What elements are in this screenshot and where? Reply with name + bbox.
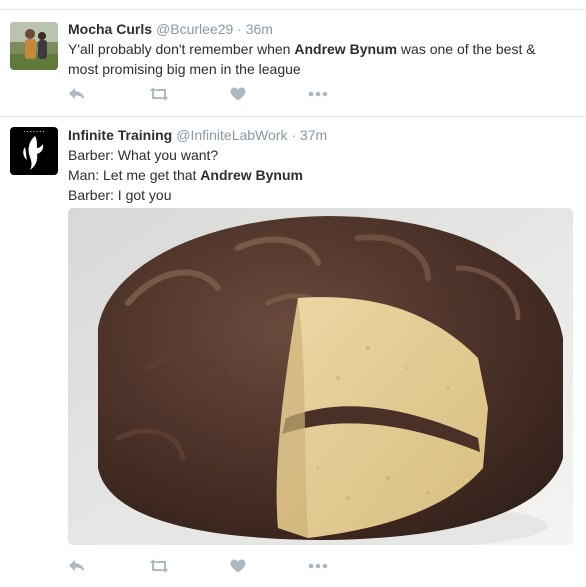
reply-icon <box>69 560 85 572</box>
retweet-icon <box>149 87 169 101</box>
tweet-header: Infinite Training @InfiniteLabWork · 37m <box>68 127 327 143</box>
separator: · <box>237 21 242 37</box>
tweet[interactable]: • • • • • • • Infinite Training @Infinite… <box>0 117 586 587</box>
retweet-icon <box>149 559 169 573</box>
timestamp[interactable]: 37m <box>300 127 327 143</box>
like-button[interactable] <box>230 85 246 103</box>
tweet-text-part: Barber: What you want? <box>68 147 219 163</box>
retweet-button[interactable] <box>148 85 170 103</box>
tweet-text-part: Man: Let me get that <box>68 167 201 183</box>
tweet-text-part: Y'all probably don't remember when <box>68 41 295 57</box>
display-name[interactable]: Infinite Training <box>68 127 172 143</box>
tweet[interactable]: Mocha Curls @Bcurlee29 · 36m Y'all probab… <box>0 10 586 117</box>
more-icon <box>308 563 328 569</box>
user-handle[interactable]: @InfiniteLabWork <box>176 127 287 143</box>
separator: · <box>291 127 297 143</box>
user-handle[interactable]: @Bcurlee29 <box>156 21 233 37</box>
tweet-text-line: Barber: I got you <box>68 185 568 205</box>
reply-button[interactable] <box>68 557 86 575</box>
tweet-text: Y'all probably don't remember when Andre… <box>68 39 568 79</box>
tweet-text-line: Man: Let me get that Andrew Bynum <box>68 165 568 185</box>
svg-text:• • • • • • •: • • • • • • • <box>23 130 44 134</box>
timestamp[interactable]: 36m <box>246 21 273 37</box>
display-name[interactable]: Mocha Curls <box>68 21 152 37</box>
reply-icon <box>69 88 85 100</box>
more-icon <box>308 91 328 97</box>
tweet-header: Mocha Curls @Bcurlee29 · 36m <box>68 21 273 37</box>
avatar[interactable]: • • • • • • • <box>10 127 58 175</box>
more-button[interactable] <box>308 85 328 103</box>
like-button[interactable] <box>230 557 246 575</box>
tweet-text-part: Barber: I got you <box>68 187 172 203</box>
heart-icon <box>230 87 246 101</box>
tweet-actions <box>68 557 368 575</box>
highlighted-term: Andrew Bynum <box>200 167 303 183</box>
heart-icon <box>230 559 246 573</box>
tweet-text: Barber: What you want? Man: Let me get t… <box>68 145 568 205</box>
tweet-actions <box>68 85 368 103</box>
reply-button[interactable] <box>68 85 86 103</box>
more-button[interactable] <box>308 557 328 575</box>
timeline: Mocha Curls @Bcurlee29 · 36m Y'all probab… <box>0 0 586 587</box>
tweet-text-line: Barber: What you want? <box>68 145 568 165</box>
avatar[interactable] <box>10 22 58 70</box>
tweet-photo[interactable] <box>68 208 573 545</box>
retweet-button[interactable] <box>148 557 170 575</box>
highlighted-term: Andrew Bynum <box>294 41 398 57</box>
